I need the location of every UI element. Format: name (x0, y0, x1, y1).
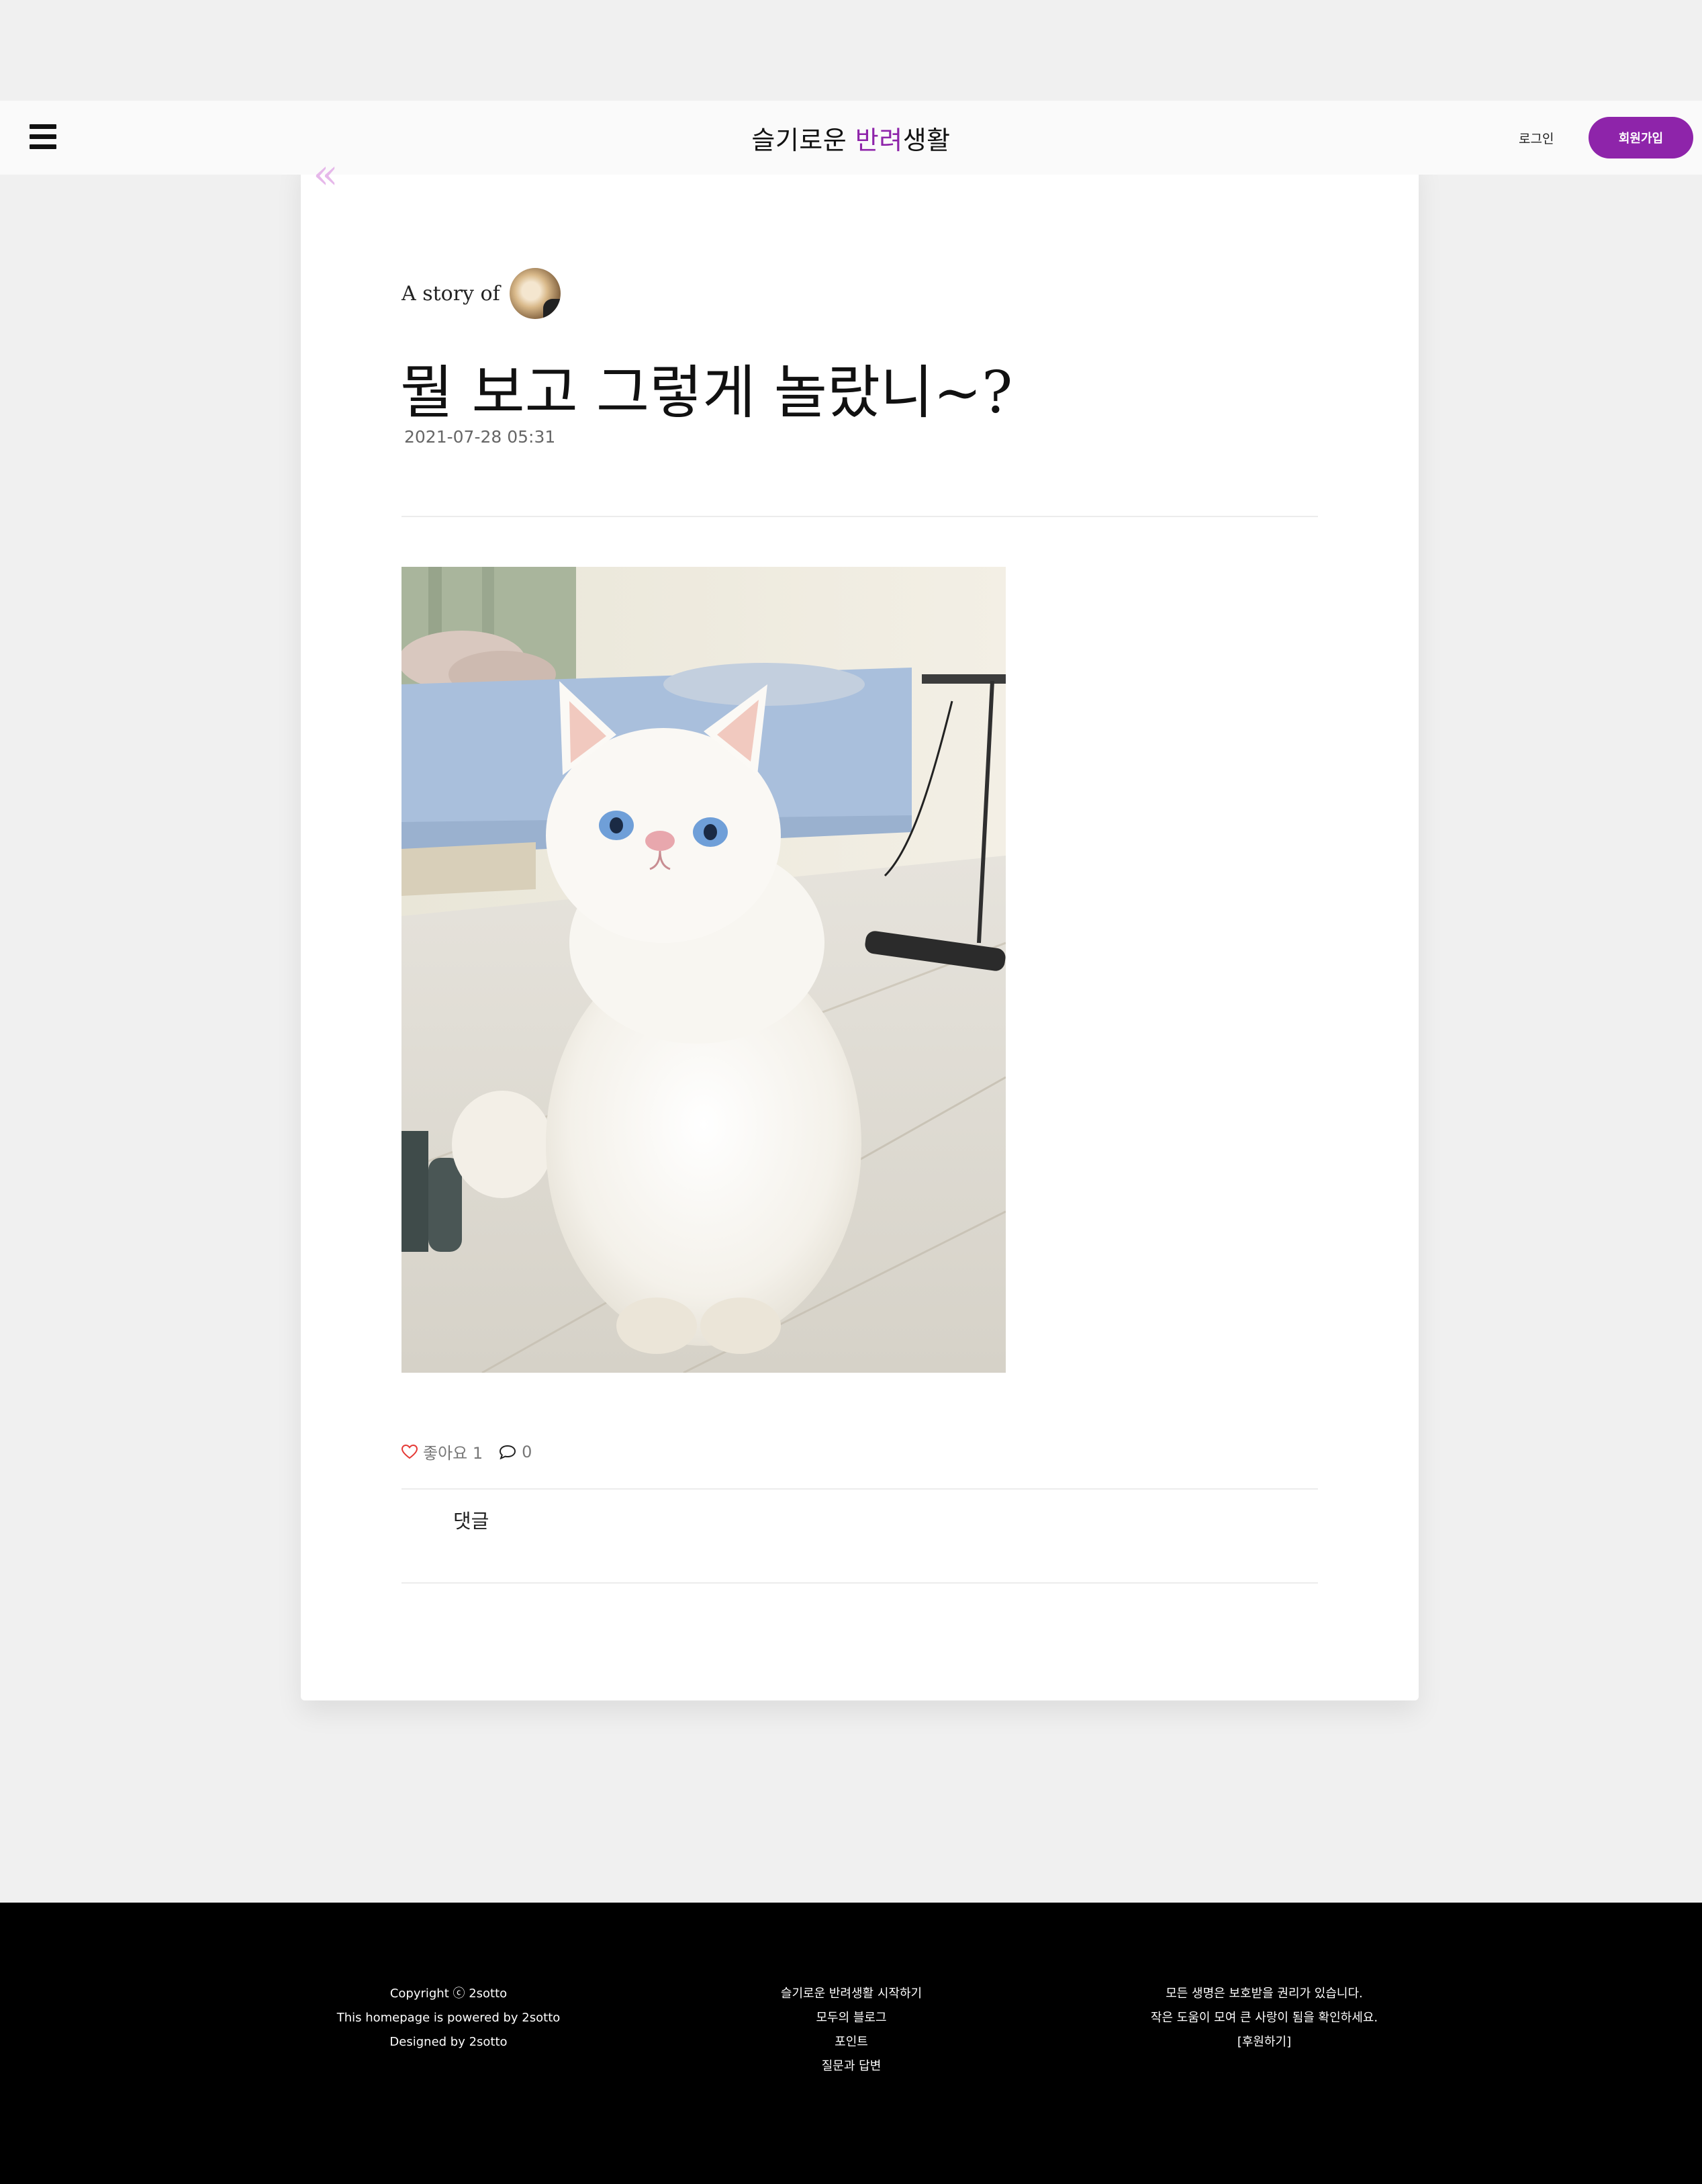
copyright-text: Copyright ⓒ 2sotto (389, 1987, 508, 2001)
powered-by-text: This homepage is powered by 2sotto (336, 2011, 561, 2025)
footer-link-start[interactable]: 슬기로운 반려생활 시작하기 (717, 1982, 986, 2006)
like-button[interactable]: 좋아요 1 (401, 1440, 483, 1463)
author-line: A story of (401, 268, 561, 319)
divider (401, 1488, 1318, 1490)
back-arrow-icon[interactable]: « (313, 153, 338, 195)
speech-bubble-icon (500, 1445, 516, 1459)
post-title: 뭘 보고 그렇게 놀랐니~? (400, 359, 1013, 426)
designed-by-text: Designed by 2sotto (389, 2035, 508, 2049)
comment-button[interactable]: 0 (499, 1443, 532, 1461)
like-count-label: 좋아요 1 (423, 1444, 483, 1463)
comment-count: 0 (522, 1442, 532, 1461)
footer-link-qna[interactable]: 질문과 답변 (717, 2054, 986, 2079)
story-of-label: A story of (401, 281, 500, 306)
comments-heading: 댓글 (453, 1510, 489, 1533)
post-reactions: 좋아요 1 0 (401, 1440, 532, 1463)
signup-button[interactable]: 회원가입 (1589, 117, 1693, 158)
site-title[interactable]: 슬기로운 반려생활 (0, 120, 1702, 156)
footer-donation: 모든 생명은 보호받을 권리가 있습니다. 작은 도움이 모여 큰 사랑이 됨을… (1113, 1982, 1415, 2054)
divider (401, 516, 1318, 517)
footer-message-1: 모든 생명은 보호받을 권리가 있습니다. (1166, 1987, 1363, 2001)
donate-link[interactable]: [후원하기] (1113, 2030, 1415, 2054)
post-date: 2021-07-28 05:31 (404, 427, 556, 447)
footer-links: 슬기로운 반려생활 시작하기 모두의 블로그 포인트 질문과 답변 (717, 1982, 986, 2079)
footer-link-blog[interactable]: 모두의 블로그 (717, 2006, 986, 2030)
divider (401, 1582, 1318, 1584)
login-link[interactable]: 로그인 (1519, 129, 1554, 147)
post-card: « A story of 뭘 보고 그렇게 놀랐니~? 2021-07-28 0… (301, 153, 1419, 1700)
post-image-white-cat (401, 567, 1006, 1373)
site-title-part1: 슬기로운 (751, 126, 855, 155)
site-title-part2: 생활 (902, 126, 951, 155)
site-footer: Copyright ⓒ 2sotto This homepage is powe… (0, 1903, 1702, 2184)
footer-copyright: Copyright ⓒ 2sotto This homepage is powe… (321, 1982, 576, 2054)
site-header: 슬기로운 반려생활 로그인 회원가입 (0, 101, 1702, 175)
site-title-accent: 반려 (855, 126, 903, 155)
author-avatar[interactable] (509, 268, 561, 319)
footer-link-points[interactable]: 포인트 (717, 2030, 986, 2054)
footer-message-2: 작은 도움이 모여 큰 사랑이 됨을 확인하세요. (1150, 2011, 1378, 2025)
heart-icon (401, 1444, 418, 1459)
